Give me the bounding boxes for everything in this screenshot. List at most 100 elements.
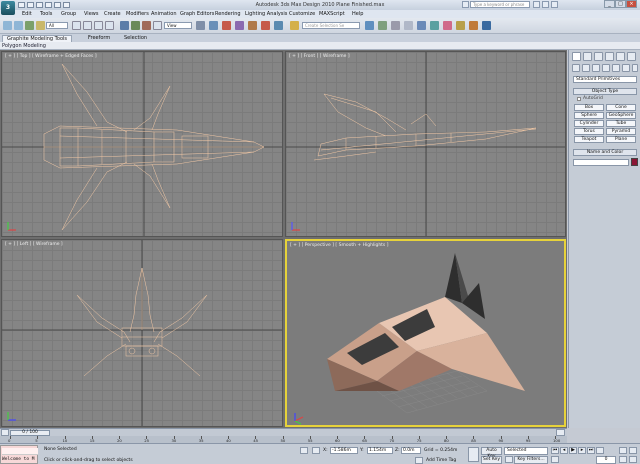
tab-freeform[interactable]: Freeform [84,35,114,42]
key-filters-button[interactable]: Key Filters... [514,456,548,464]
geometry-icon[interactable] [572,64,580,72]
viewport-top[interactable]: [ + ] [ Top ] [ Wireframe + Edged Faces … [1,51,283,237]
systems-icon[interactable] [632,64,638,72]
schematic-view-icon[interactable] [430,21,439,30]
favorites-star-icon[interactable] [542,1,549,8]
ref-coord-icon[interactable] [153,21,162,30]
menu-tools[interactable]: Tools [40,11,52,17]
maximize-button[interactable]: □ [615,0,626,8]
curve-editor-icon[interactable] [417,21,426,30]
cameras-icon[interactable] [602,64,610,72]
tube-button[interactable]: Tube [606,120,636,127]
viewport-front[interactable]: [ + ] [ Front ] [ Wireframe ] [285,51,566,237]
orbit-icon[interactable] [629,456,637,463]
menu-help[interactable]: Help [352,11,363,17]
undo-icon[interactable] [3,21,12,30]
pyramid-button[interactable]: Pyramid [606,128,636,135]
track-bar[interactable]: 0 5 10 15 20 25 30 35 40 45 50 55 60 65 70 75 80 85 90 95 10… [0,436,567,443]
modify-tab-icon[interactable] [583,52,592,61]
spinner-snap-icon[interactable] [261,21,270,30]
pan-icon[interactable] [619,456,627,463]
communication-center-icon[interactable] [533,1,540,8]
menu-customize[interactable]: Customize [289,11,315,17]
hold-icon[interactable] [63,2,70,8]
help-icon[interactable] [551,1,558,8]
key-icon[interactable] [505,456,513,463]
mirror-icon[interactable] [365,21,374,30]
object-type-rollout[interactable]: Object Type [573,88,637,95]
space-warps-icon[interactable] [622,64,630,72]
quick-render-icon[interactable] [482,21,491,30]
add-time-tag-button[interactable]: Add Time Tag [426,458,456,463]
menu-views[interactable]: Views [84,11,98,17]
menu-modifiers[interactable]: Modifiers [126,11,149,17]
maxscript-input[interactable] [2,448,38,455]
play-icon[interactable]: ▶ [569,447,577,454]
absolute-mode-icon[interactable] [312,447,320,454]
rendered-frame-icon[interactable] [469,21,478,30]
lights-icon[interactable] [592,64,600,72]
scale-icon[interactable] [142,21,151,30]
lock-selection-icon[interactable] [300,447,308,454]
go-to-end-icon[interactable]: ⏭ [587,447,595,454]
object-color-swatch[interactable] [631,158,638,166]
move-icon[interactable] [120,21,129,30]
y-coordinate-field[interactable]: 1.154m [367,447,393,454]
menu-edit[interactable]: Edit [22,11,32,17]
ref-coord-dropdown[interactable]: View [164,22,192,29]
auto-key-button[interactable]: Auto Key [481,447,502,459]
minimize-button[interactable]: _ [604,0,615,8]
hierarchy-tab-icon[interactable] [594,52,603,61]
menu-graph-editors[interactable]: Graph Editors [180,11,214,17]
display-tab-icon[interactable] [616,52,625,61]
edit-named-selection-icon[interactable] [290,21,299,30]
plane-button[interactable]: Plane [606,136,636,143]
graphite-toggle-icon[interactable] [404,21,413,30]
z-coordinate-field[interactable]: 0.0m [401,447,421,454]
viewport-perspective[interactable]: [ + ] [ Perspective ] [ Smooth + Highlig… [285,239,566,427]
cylinder-button[interactable]: Cylinder [574,120,604,127]
autogrid-checkbox[interactable] [577,97,581,101]
redo-icon[interactable] [54,2,61,8]
helpers-icon[interactable] [612,64,620,72]
shapes-icon[interactable] [582,64,590,72]
prev-key-icon[interactable]: ◂ [560,447,568,454]
rotate-icon[interactable] [131,21,140,30]
align-icon[interactable] [378,21,387,30]
percent-snap-icon[interactable] [248,21,257,30]
new-file-icon[interactable] [18,2,25,8]
tab-graphite-modeling-tools[interactable]: Graphite Modeling Tools [2,35,73,42]
maxscript-listener[interactable]: Welcome to M [0,445,38,464]
window-crossing-icon[interactable] [105,21,114,30]
utilities-tab-icon[interactable] [627,52,636,61]
sphere-button[interactable]: Sphere [574,112,604,119]
zoom-icon[interactable] [619,447,627,454]
key-mode-icon[interactable] [468,447,479,462]
viewport-left[interactable]: [ + ] [ Left ] [ Wireframe ] [1,239,283,427]
time-config-icon[interactable] [551,456,559,463]
next-frame-button[interactable] [556,429,565,436]
open-file-icon[interactable] [27,2,34,8]
menu-create[interactable]: Create [104,11,121,17]
menu-maxscript[interactable]: MAXScript [319,11,345,17]
cone-button[interactable]: Cone [606,104,636,111]
set-key-button[interactable]: Set Key [481,456,502,464]
name-and-color-rollout[interactable]: Name and Color [573,149,637,156]
unlink-icon[interactable] [36,21,45,30]
save-file-icon[interactable] [36,2,43,8]
primitive-category-dropdown[interactable]: Standard Primitives [573,76,637,83]
menu-rendering[interactable]: Rendering [215,11,241,17]
menu-animation[interactable]: Animation [151,11,177,17]
select-object-icon[interactable] [72,21,81,30]
motion-tab-icon[interactable] [605,52,614,61]
geosphere-button[interactable]: GeoSphere [606,112,636,119]
angle-snap-icon[interactable] [235,21,244,30]
selection-filter-dropdown[interactable]: All [46,22,68,29]
teapot-button[interactable]: Teapot [574,136,604,143]
x-coordinate-field[interactable]: -1.586m [330,447,358,454]
link-icon[interactable] [25,21,34,30]
create-tab-icon[interactable] [572,52,581,61]
current-frame-field[interactable]: 0 [596,456,616,464]
pivot-center-icon[interactable] [196,21,205,30]
next-key-icon[interactable]: ▸ [578,447,586,454]
